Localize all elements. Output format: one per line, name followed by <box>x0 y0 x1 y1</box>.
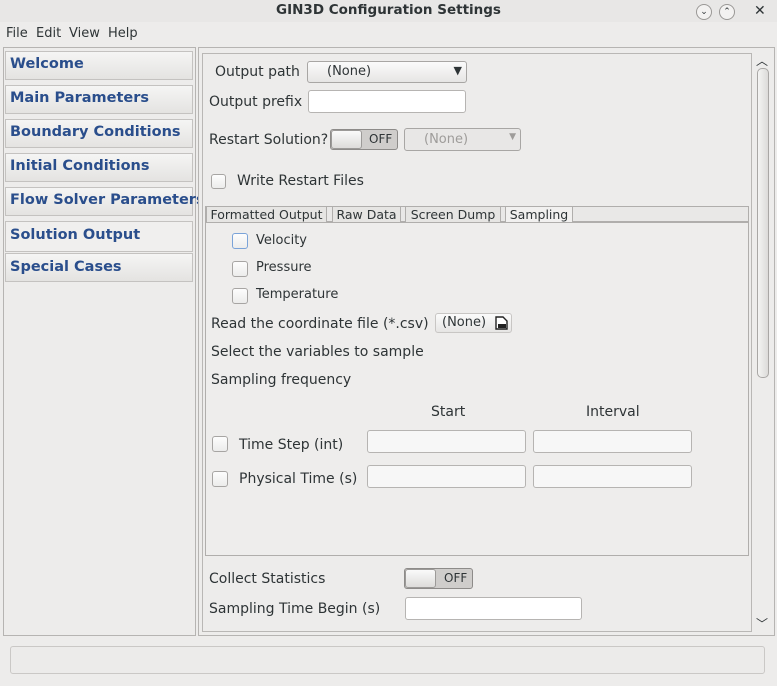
sidebar-item-label: Initial Conditions <box>10 158 150 174</box>
physical-time-interval-input[interactable] <box>533 465 692 488</box>
chevron-up-icon: ⌃ <box>723 7 731 17</box>
restart-file-combo[interactable]: (None) ▼ <box>404 128 521 151</box>
open-file-icon <box>495 315 509 334</box>
sidebar-item-label: Welcome <box>10 56 84 72</box>
temperature-checkbox[interactable] <box>232 288 248 304</box>
restart-solution-toggle[interactable]: OFF <box>330 129 398 150</box>
sidebar-item-label: Solution Output <box>10 227 141 243</box>
physical-time-label: Physical Time (s) <box>239 471 358 487</box>
restart-solution-label: Restart Solution? <box>209 132 329 148</box>
chevron-down-icon: ⌄ <box>700 7 708 17</box>
time-step-interval-input[interactable] <box>533 430 692 453</box>
toggle-knob <box>405 569 436 588</box>
column-interval-header: Interval <box>586 404 640 420</box>
column-start-header: Start <box>431 404 466 420</box>
select-variables-label: Select the variables to sample <box>211 344 424 360</box>
toggle-state: OFF <box>369 132 393 146</box>
sampling-time-begin-label: Sampling Time Begin (s) <box>209 601 381 617</box>
vertical-scrollbar-thumb[interactable] <box>757 68 769 378</box>
sampling-time-begin-input[interactable] <box>405 597 582 620</box>
velocity-checkbox[interactable] <box>232 233 248 249</box>
output-prefix-input[interactable] <box>308 90 466 113</box>
tab-screen-dump[interactable]: Screen Dump <box>405 206 501 223</box>
sampling-frequency-label: Sampling frequency <box>211 372 352 388</box>
write-restart-checkbox[interactable] <box>211 174 226 189</box>
output-path-value: (None) <box>327 64 372 79</box>
tab-formatted-output[interactable]: Formatted Output <box>206 206 327 223</box>
close-button[interactable]: ✕ <box>754 3 766 19</box>
toggle-knob <box>331 130 362 149</box>
physical-time-start-input[interactable] <box>367 465 526 488</box>
sidebar-item-label: Special Cases <box>10 259 122 275</box>
physical-time-checkbox[interactable] <box>212 471 228 487</box>
toggle-state: OFF <box>444 571 468 585</box>
coordinate-file-label: Read the coordinate file (*.csv) <box>211 316 429 332</box>
sidebar-item-label: Boundary Conditions <box>10 124 181 140</box>
minimize-button[interactable]: ⌄ <box>696 4 712 20</box>
coordinate-file-chooser[interactable]: (None) <box>435 313 512 333</box>
collect-statistics-toggle[interactable]: OFF <box>404 568 473 589</box>
time-step-checkbox[interactable] <box>212 436 228 452</box>
menu-help[interactable]: Help <box>108 26 138 41</box>
menu-file[interactable]: File <box>6 26 28 41</box>
scroll-down-icon[interactable]: ﹀ <box>756 615 768 632</box>
output-path-combo[interactable]: (None) ▼ <box>307 61 467 83</box>
time-step-label: Time Step (int) <box>239 437 344 453</box>
sidebar-item-label: Main Parameters <box>10 90 150 106</box>
status-bar <box>10 646 765 674</box>
time-step-start-input[interactable] <box>367 430 526 453</box>
output-path-label: Output path <box>215 64 300 80</box>
write-restart-label: Write Restart Files <box>237 173 364 189</box>
maximize-button[interactable]: ⌃ <box>719 4 735 20</box>
scroll-up-icon[interactable]: ︿ <box>756 52 768 69</box>
menu-view[interactable]: View <box>69 26 100 41</box>
collect-statistics-label: Collect Statistics <box>209 571 326 587</box>
pressure-checkbox[interactable] <box>232 261 248 277</box>
coordinate-file-value: (None) <box>442 315 487 330</box>
temperature-label: Temperature <box>256 287 339 302</box>
dropdown-arrow-icon: ▼ <box>509 132 516 142</box>
window-title: GIN3D Configuration Settings <box>276 2 501 18</box>
tab-raw-data[interactable]: Raw Data <box>332 206 401 223</box>
output-prefix-label: Output prefix <box>209 94 303 110</box>
restart-file-value: (None) <box>424 132 469 147</box>
pressure-label: Pressure <box>256 260 312 275</box>
close-icon: ✕ <box>754 3 766 19</box>
sidebar-item-label: Flow Solver Parameters <box>10 192 205 208</box>
menu-edit[interactable]: Edit <box>36 26 61 41</box>
velocity-label: Velocity <box>256 233 307 248</box>
dropdown-arrow-icon: ▼ <box>453 64 462 77</box>
